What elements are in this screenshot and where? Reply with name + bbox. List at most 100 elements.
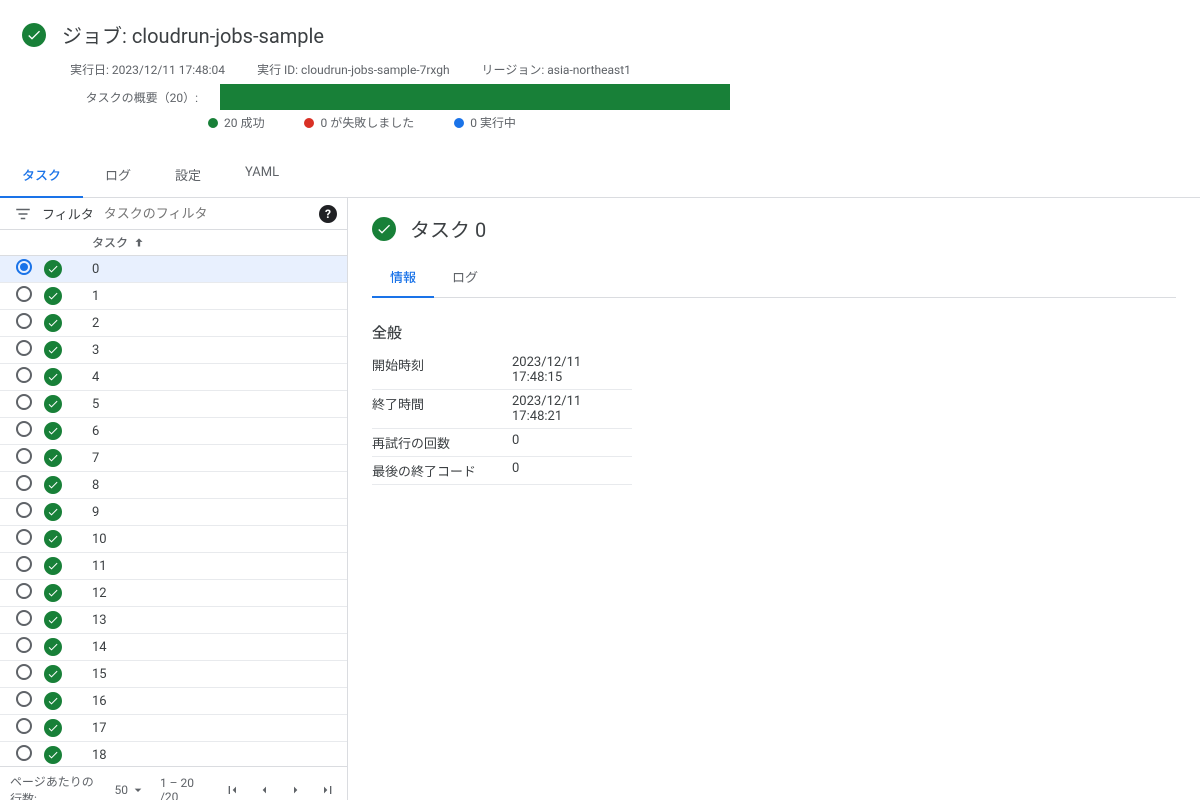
table-row[interactable]: 16 xyxy=(0,688,347,715)
task-id-cell: 10 xyxy=(74,532,347,547)
task-radio[interactable] xyxy=(16,745,32,761)
task-summary-legend: 20 成功 0 が失敗しました 0 実行中 xyxy=(208,114,1180,131)
task-id-cell: 3 xyxy=(74,343,347,358)
detail-tab-log[interactable]: ログ xyxy=(434,257,496,297)
task-radio[interactable] xyxy=(16,691,32,707)
task-id-cell: 17 xyxy=(74,721,347,736)
success-icon xyxy=(44,584,62,602)
general-heading: 全般 xyxy=(372,322,1176,343)
task-table-body: 012345678910111213141516171819 xyxy=(0,256,347,766)
task-radio[interactable] xyxy=(16,529,32,545)
task-radio[interactable] xyxy=(16,583,32,599)
kv-end-value: 2023/12/11 17:48:21 xyxy=(512,394,632,424)
task-radio[interactable] xyxy=(16,556,32,572)
table-row[interactable]: 10 xyxy=(0,526,347,553)
table-row[interactable]: 12 xyxy=(0,580,347,607)
rows-per-page-select[interactable]: 50 xyxy=(114,782,146,798)
task-radio[interactable] xyxy=(16,637,32,653)
filter-icon xyxy=(14,205,32,223)
table-row[interactable]: 11 xyxy=(0,553,347,580)
success-icon xyxy=(44,530,62,548)
next-page-button[interactable] xyxy=(287,780,305,800)
table-row[interactable]: 7 xyxy=(0,445,347,472)
tab-log[interactable]: ログ xyxy=(83,153,153,197)
task-radio[interactable] xyxy=(16,421,32,437)
rows-per-page-label: ページあたりの行数: xyxy=(10,773,104,800)
success-icon xyxy=(44,503,62,521)
task-id-cell: 0 xyxy=(74,262,347,277)
filter-input[interactable] xyxy=(104,206,309,221)
table-row[interactable]: 0 xyxy=(0,256,347,283)
task-radio[interactable] xyxy=(16,475,32,491)
table-row[interactable]: 14 xyxy=(0,634,347,661)
table-row[interactable]: 5 xyxy=(0,391,347,418)
sort-asc-icon xyxy=(132,236,146,250)
task-radio[interactable] xyxy=(16,664,32,680)
detail-tabs: 情報 ログ xyxy=(372,257,1176,298)
task-id-cell: 7 xyxy=(74,451,347,466)
task-radio[interactable] xyxy=(16,394,32,410)
success-icon xyxy=(372,217,396,241)
table-row[interactable]: 6 xyxy=(0,418,347,445)
success-icon xyxy=(22,23,46,47)
main-tabs: タスク ログ 設定 YAML xyxy=(0,153,1200,198)
table-row[interactable]: 3 xyxy=(0,337,347,364)
success-icon xyxy=(44,422,62,440)
task-radio[interactable] xyxy=(16,448,32,464)
table-row[interactable]: 15 xyxy=(0,661,347,688)
success-icon xyxy=(44,341,62,359)
legend-failed-label: 0 が失敗しました xyxy=(320,114,414,131)
table-row[interactable]: 8 xyxy=(0,472,347,499)
table-row[interactable]: 1 xyxy=(0,283,347,310)
legend-failed-icon xyxy=(304,118,314,128)
success-icon xyxy=(44,368,62,386)
kv-exit-value: 0 xyxy=(512,461,632,480)
success-icon xyxy=(44,287,62,305)
help-icon[interactable]: ? xyxy=(319,205,337,223)
table-row[interactable]: 4 xyxy=(0,364,347,391)
pagination: ページあたりの行数: 50 1 – 20 /20 xyxy=(0,766,347,800)
task-radio[interactable] xyxy=(16,313,32,329)
task-radio[interactable] xyxy=(16,286,32,302)
tab-yaml[interactable]: YAML xyxy=(223,153,301,197)
tab-settings[interactable]: 設定 xyxy=(153,153,223,197)
success-icon xyxy=(44,476,62,494)
task-id-cell: 11 xyxy=(74,559,347,574)
task-radio[interactable] xyxy=(16,610,32,626)
table-row[interactable]: 2 xyxy=(0,310,347,337)
kv-retry-value: 0 xyxy=(512,433,632,452)
table-row[interactable]: 9 xyxy=(0,499,347,526)
success-icon xyxy=(44,719,62,737)
task-list-panel: フィルタ ? タスク 01234567891011121314151617181… xyxy=(0,198,348,800)
table-row[interactable]: 13 xyxy=(0,607,347,634)
task-radio[interactable] xyxy=(16,340,32,356)
first-page-button[interactable] xyxy=(224,780,242,800)
task-radio[interactable] xyxy=(16,718,32,734)
success-icon xyxy=(44,314,62,332)
task-id-cell: 12 xyxy=(74,586,347,601)
task-id-cell: 18 xyxy=(74,748,347,763)
table-row[interactable]: 17 xyxy=(0,715,347,742)
last-page-button[interactable] xyxy=(319,780,337,800)
success-icon xyxy=(44,746,62,764)
kv-retry-label: 再試行の回数 xyxy=(372,433,512,452)
task-column-header[interactable]: タスク xyxy=(74,234,347,251)
success-icon xyxy=(44,692,62,710)
task-id-cell: 9 xyxy=(74,505,347,520)
task-radio[interactable] xyxy=(16,502,32,518)
tab-task[interactable]: タスク xyxy=(0,153,83,198)
success-icon xyxy=(44,638,62,656)
task-id-cell: 1 xyxy=(74,289,347,304)
success-icon xyxy=(44,665,62,683)
task-id-cell: 14 xyxy=(74,640,347,655)
success-icon xyxy=(44,611,62,629)
prev-page-button[interactable] xyxy=(255,780,273,800)
table-row[interactable]: 18 xyxy=(0,742,347,766)
task-id-cell: 8 xyxy=(74,478,347,493)
task-radio[interactable] xyxy=(16,367,32,383)
detail-tab-info[interactable]: 情報 xyxy=(372,257,434,298)
kv-start-label: 開始時刻 xyxy=(372,355,512,385)
task-radio[interactable] xyxy=(16,259,32,275)
task-id-cell: 13 xyxy=(74,613,347,628)
page-title: ジョブ: cloudrun-jobs-sample xyxy=(62,20,324,49)
